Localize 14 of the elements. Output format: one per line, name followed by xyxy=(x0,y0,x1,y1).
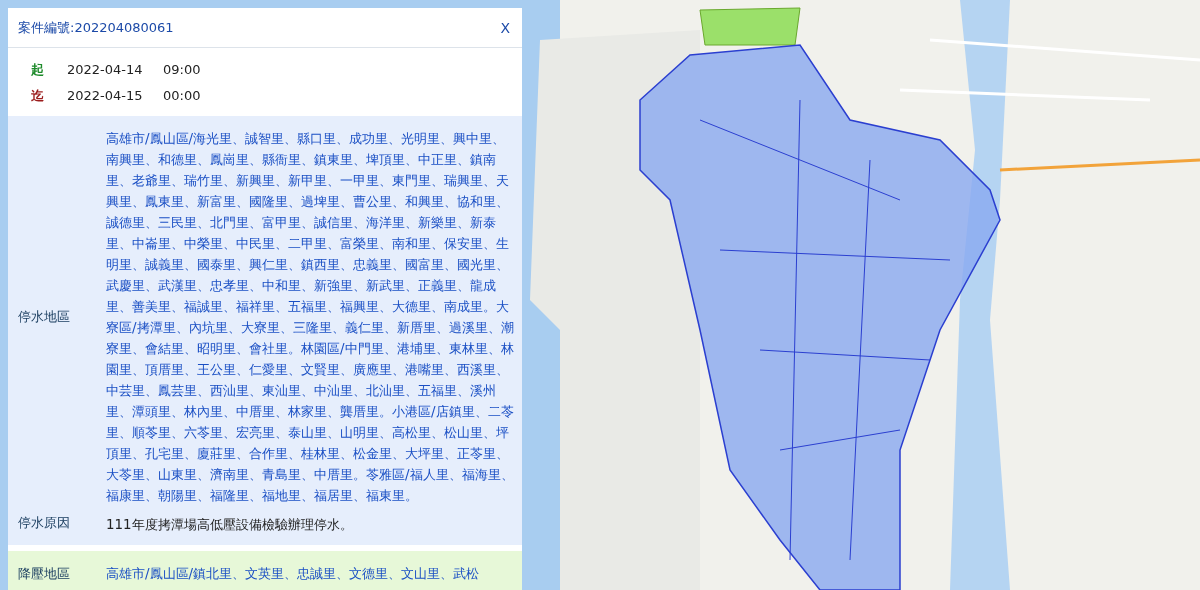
schedule-date: 2022-04-15 xyxy=(67,87,144,105)
row-label: 停水地區 xyxy=(18,308,71,326)
schedule-label: 起 xyxy=(31,61,45,79)
schedule-time: 00:00 xyxy=(163,87,202,105)
row-label: 停水原因 xyxy=(18,514,71,532)
area-list: 高雄市/鳳山區/海光里、誠智里、縣口里、成功里、光明里、興中里、南興里、和德里、鳳崗里、縣衙里、鎮東里、埤頂里、中正里、鎮南里、老爺里、瑞竹里、新興里、新甲里、一甲里、東門里、瑞興里、天興里、鳳東里、新富里、國隆里、過埤里、曹公里、和興里、協和里、誠德里、三民里、北門里、富甲里、誠信里、海洋里、新樂里、新泰里、中崙里、中榮里、中民里、二甲里、富榮里、南和里、保安里、生明里、誠義里、國泰里、興仁里、鎮西里、忠義里、國富里、國光里、武慶里、武漢里、忠孝里、中和里、新強里、新武里、正義里、龍成里、善美里、福誠里、福祥里、五福里、福興里、大德里、南成里。大寮區/拷潭里、內坑里、大寮里、三隆里、義仁里、新厝里、過溪里、潮寮里、會結里、昭明里、會社里。林園區/中門里、港埔里、東林里、林園里、頂厝里、王公里、仁愛里、文賢里、廣應里、港嘴里、西溪里、中芸里、鳳芸里、西汕里、東汕里、中汕里、北汕里、五福里、溪州里、潭頭里、林內里、中厝里、林家里、龔厝里。小港區/店鎮里、二苓里、順苓里、六苓里、宏亮里、泰山里、山明里、高松里、松山里、坪頂里、孔宅里、廈莊里、合作里、桂林里、松金里、大坪里、正苓里、大苓里、山東里、濟南里、青島里、中厝里。苓雅區/福人里、福海里、福康里、朝陽里、福隆里、福地里、福居里、福東里。 xyxy=(106,128,514,506)
popup-title: 案件編號:202204080061 xyxy=(18,18,174,37)
schedule-label: 迄 xyxy=(31,87,45,105)
area-list: 高雄市/鳳山區/鎮北里、文英里、忠誠里、文德里、文山里、武松 xyxy=(106,563,514,584)
row-label: 降壓地區 xyxy=(18,564,71,583)
reason-text: 111年度拷潭場高低壓設備檢驗辦理停水。 xyxy=(106,516,354,534)
schedule-date: 2022-04-14 xyxy=(67,61,144,79)
close-button[interactable]: X xyxy=(498,19,512,36)
schedule-time: 09:00 xyxy=(163,61,202,79)
